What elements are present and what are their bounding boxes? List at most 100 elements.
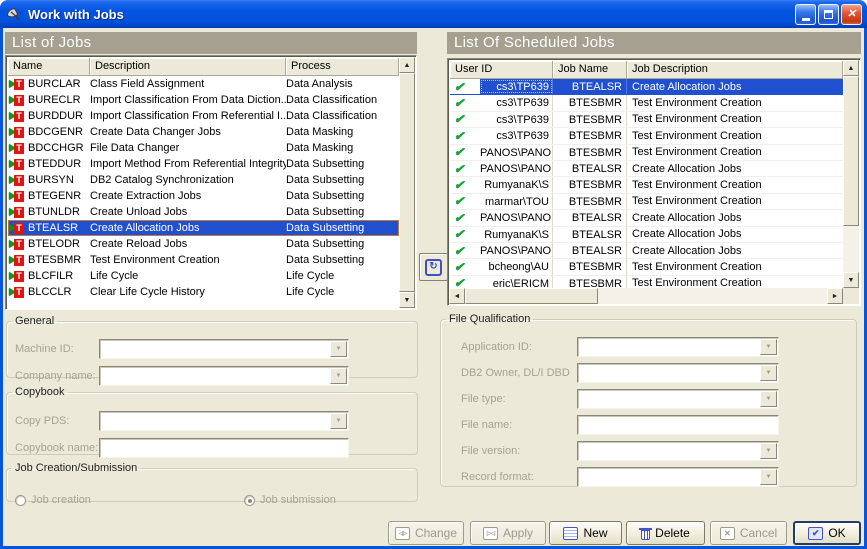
close-button[interactable]: ✕ [841, 4, 862, 25]
scheduled-vertical-scrollbar[interactable]: ▲ ▼ [843, 60, 859, 288]
job-row[interactable]: TBTEDDURImport Method From Referential I… [8, 156, 399, 172]
scheduled-horizontal-scrollbar[interactable]: ◄ ► [449, 288, 843, 304]
scheduled-job-row[interactable]: ✔PANOS\PANOBTEALSRCreate Allocation Jobs [450, 161, 843, 177]
scheduled-job-row[interactable]: ✔cs3\TP639BTESBMRTest Environment Creati… [450, 128, 843, 144]
ok-button[interactable]: ✔OK [793, 521, 861, 545]
scheduled-job-row[interactable]: ✔PANOS\PANOBTESBMRTest Environment Creat… [450, 145, 843, 161]
column-header-name[interactable]: Name [8, 58, 90, 76]
scheduled-job-row[interactable]: ✔PANOS\PANOBTEALSRCreate Allocation Jobs [450, 210, 843, 226]
scrollbar-thumb[interactable] [843, 76, 859, 226]
column-header-description[interactable]: Description [90, 58, 286, 76]
job-row[interactable]: TBURDDURImport Classification From Refer… [8, 108, 399, 124]
schedule-job-button[interactable]: ↻ [419, 253, 448, 281]
job-row[interactable]: TBLCCLRClear Life Cycle HistoryLife Cycl… [8, 284, 399, 300]
cancel-button[interactable]: ✕Cancel [710, 521, 787, 545]
job-name-cell: BTESBMR [553, 95, 627, 110]
scheduled-job-row[interactable]: ✔cs3\TP639BTEALSRCreate Allocation Jobs [450, 79, 843, 95]
column-header-process[interactable]: Process [286, 58, 399, 76]
scheduled-job-row[interactable]: ✔marmar\TOUBTESBMRTest Environment Creat… [450, 194, 843, 210]
job-process-cell: Data Masking [286, 126, 399, 138]
apply-button[interactable]: ▷◁Apply [470, 521, 546, 545]
dropdown-icon[interactable]: ▼ [760, 469, 777, 485]
job-row[interactable]: TBURSYNDB2 Catalog SynchronizationData S… [8, 172, 399, 188]
job-row[interactable]: TBTELODRCreate Reload JobsData Subsettin… [8, 236, 399, 252]
scheduled-job-row[interactable]: ✔RumyanaK\SBTEALSRCreate Allocation Jobs [450, 227, 843, 243]
job-type-icon: T [8, 270, 28, 283]
job-row[interactable]: TBURCLARClass Field AssignmentData Analy… [8, 76, 399, 92]
scroll-left-icon[interactable]: ◄ [449, 288, 465, 304]
scheduled-job-row[interactable]: ✔eric\ERICMBTESBMRTest Environment Creat… [450, 276, 843, 288]
scroll-down-icon[interactable]: ▼ [843, 272, 859, 288]
maximize-button[interactable] [818, 4, 839, 25]
job-row[interactable]: TBURECLRImport Classification From Data … [8, 92, 399, 108]
column-header-user-id[interactable]: User ID [450, 61, 553, 79]
scheduled-job-row[interactable]: ✔bcheong\AUBTESBMRTest Environment Creat… [450, 259, 843, 275]
job-creation-radio[interactable]: Job creation [15, 494, 91, 506]
check-icon-cell: ✔ [450, 112, 480, 127]
change-button[interactable]: ◁▷Change [388, 521, 464, 545]
job-description-cell: File Data Changer [90, 142, 286, 154]
job-process-cell: Data Subsetting [286, 158, 399, 170]
job-row[interactable]: TBDCGENRCreate Data Changer JobsData Mas… [8, 124, 399, 140]
scheduled-job-row[interactable]: ✔PANOS\PANOBTEALSRCreate Allocation Jobs [450, 243, 843, 259]
dialog-client-area: List of Jobs List Of Scheduled Jobs Name… [3, 28, 864, 546]
combo-box[interactable]: ▼ [577, 467, 779, 487]
scroll-right-icon[interactable]: ► [827, 288, 843, 304]
text-input[interactable] [577, 415, 779, 435]
combo-box[interactable]: ▼ [577, 363, 779, 383]
machine-id-combo[interactable]: ▼ [99, 339, 349, 359]
job-description-cell: Create Extraction Jobs [90, 190, 286, 202]
scrollbar-thumb[interactable] [465, 288, 598, 304]
job-creation-submission-group: Job Creation/Submission Job creation Job… [6, 462, 418, 502]
job-row[interactable]: TBDCCHGRFile Data ChangerData Masking [8, 140, 399, 156]
job-process-cell: Data Analysis [286, 78, 399, 90]
job-description-cell: Test Environment Creation [627, 261, 843, 273]
jobs-vertical-scrollbar[interactable]: ▲ ▼ [399, 57, 415, 308]
delete-button[interactable]: Delete [626, 521, 705, 545]
copy-pds-combo[interactable]: ▼ [99, 411, 349, 431]
dropdown-icon[interactable]: ▼ [760, 365, 777, 381]
job-t-badge: T [14, 207, 24, 218]
scheduled-table-header: User ID Job Name Job Description [450, 61, 843, 79]
combo-box[interactable]: ▼ [577, 337, 779, 357]
dropdown-icon[interactable]: ▼ [330, 368, 347, 384]
job-row[interactable]: TBTUNLDRCreate Unload JobsData Subsettin… [8, 204, 399, 220]
scheduled-job-row[interactable]: ✔RumyanaK\SBTESBMRTest Environment Creat… [450, 177, 843, 193]
column-header-job-description[interactable]: Job Description [627, 61, 843, 79]
dropdown-icon[interactable]: ▼ [330, 413, 347, 429]
combo-box[interactable]: ▼ [577, 389, 779, 409]
copybook-name-input[interactable] [99, 438, 349, 458]
scroll-up-icon[interactable]: ▲ [399, 57, 415, 73]
new-button[interactable]: New [549, 521, 622, 545]
dropdown-icon[interactable]: ▼ [760, 443, 777, 459]
scheduled-job-row[interactable]: ✔cs3\TP639BTESBMRTest Environment Creati… [450, 112, 843, 128]
job-row[interactable]: TBTEALSRCreate Allocation JobsData Subse… [8, 220, 399, 236]
job-row[interactable]: TBTESBMRTest Environment CreationData Su… [8, 252, 399, 268]
combo-box[interactable]: ▼ [577, 441, 779, 461]
scheduled-job-row[interactable]: ✔cs3\TP639BTESBMRTest Environment Creati… [450, 95, 843, 111]
scrollbar-thumb[interactable] [399, 73, 415, 292]
dropdown-icon[interactable]: ▼ [760, 339, 777, 355]
titlebar[interactable]: Work with Jobs ✕ [0, 0, 867, 28]
column-header-job-name[interactable]: Job Name [553, 61, 627, 79]
scroll-up-icon[interactable]: ▲ [843, 60, 859, 76]
company-name-row: Company name: ▼ [7, 366, 417, 386]
company-name-combo[interactable]: ▼ [99, 366, 349, 386]
job-row[interactable]: TBTEGENRCreate Extraction JobsData Subse… [8, 188, 399, 204]
radio-label: Job submission [260, 494, 336, 506]
button-label: New [583, 526, 607, 540]
dropdown-icon[interactable]: ▼ [760, 391, 777, 407]
scroll-down-icon[interactable]: ▼ [399, 292, 415, 308]
dropdown-icon[interactable]: ▼ [330, 341, 347, 357]
job-mode-row: Job creation Job submission [7, 490, 417, 510]
job-name-cell: BDCGENR [28, 126, 90, 138]
minimize-button[interactable] [795, 4, 816, 25]
job-name-cell: BTEALSR [553, 243, 627, 258]
job-description-cell: DB2 Catalog Synchronization [90, 174, 286, 186]
satellite-dish-icon [5, 6, 23, 22]
job-name-cell: BLCFILR [28, 270, 90, 282]
field-row: File type:▼ [461, 389, 856, 409]
job-name-cell: BTESBMR [553, 259, 627, 274]
job-row[interactable]: TBLCFILRLife CycleLife Cycle [8, 268, 399, 284]
job-submission-radio[interactable]: Job submission [244, 494, 336, 506]
